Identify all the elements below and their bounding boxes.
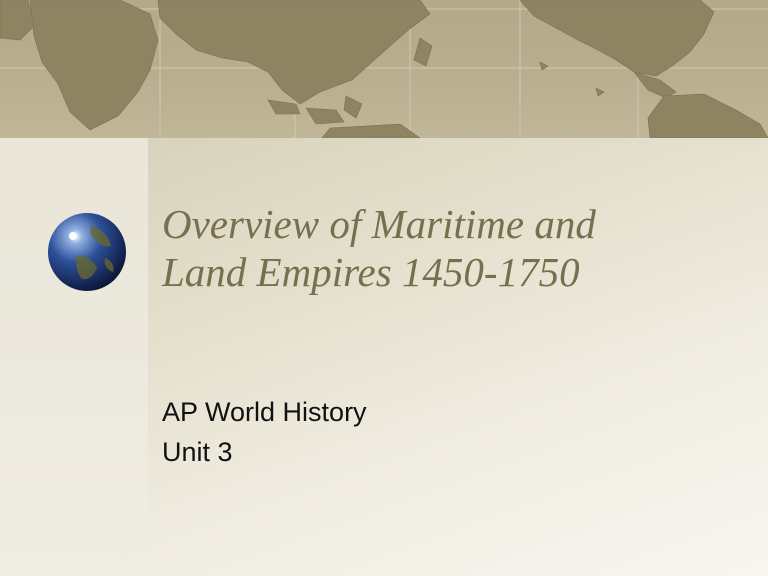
title-line-2: Land Empires 1450-1750 bbox=[162, 249, 580, 295]
globe-icon bbox=[47, 212, 127, 292]
world-map-banner bbox=[0, 0, 768, 138]
slide: Overview of Maritime and Land Empires 14… bbox=[0, 0, 768, 576]
world-map-graphic bbox=[0, 0, 768, 138]
subtitle-line-1: AP World History bbox=[162, 397, 367, 427]
title-line-1: Overview of Maritime and bbox=[162, 201, 596, 247]
left-strip bbox=[0, 138, 148, 576]
slide-subtitle: AP World History Unit 3 bbox=[162, 392, 722, 472]
subtitle-line-2: Unit 3 bbox=[162, 437, 233, 467]
slide-title: Overview of Maritime and Land Empires 14… bbox=[162, 200, 752, 296]
